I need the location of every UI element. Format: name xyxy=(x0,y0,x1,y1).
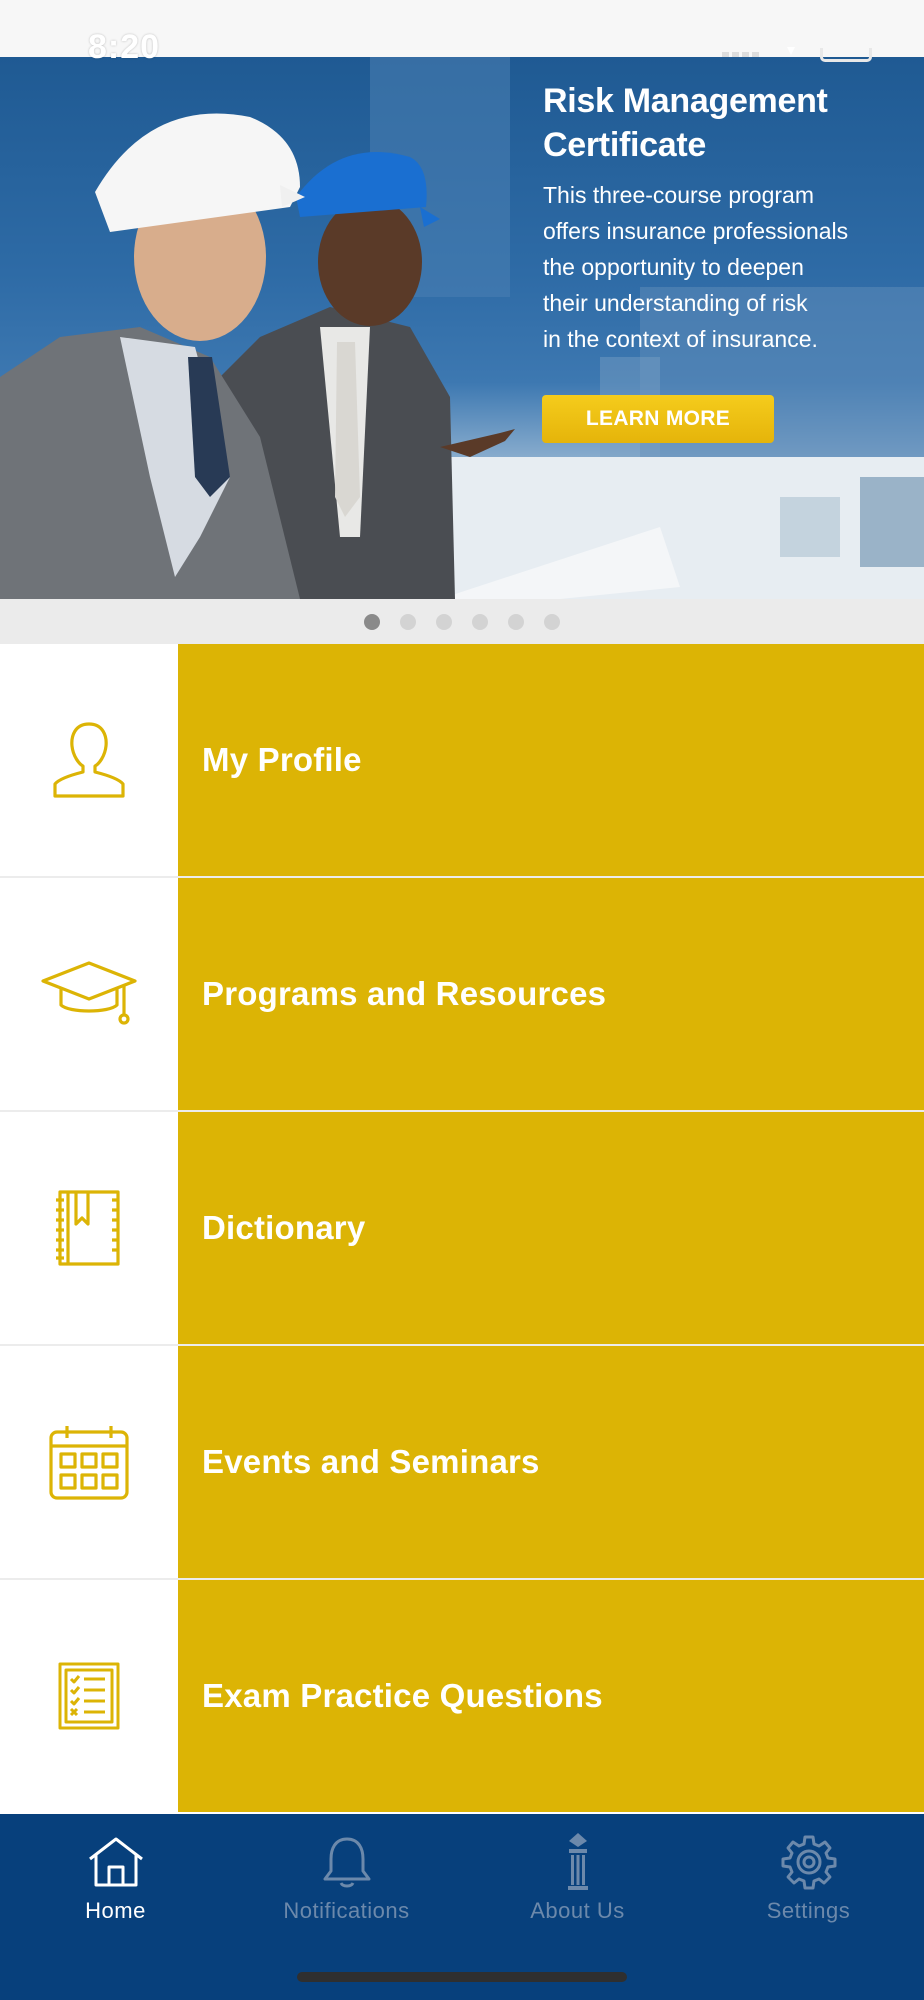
gear-icon xyxy=(693,1832,924,1892)
hero-title: Risk Management Certificate xyxy=(543,79,903,167)
tab-notifications[interactable]: Notifications xyxy=(231,1832,462,1932)
hero-description-line: in the context of insurance. xyxy=(543,326,818,352)
hero-title-line: Risk Management xyxy=(543,82,828,120)
main-menu: My Profile Programs and Resources Dictio… xyxy=(0,644,924,1814)
tab-label: Settings xyxy=(766,1898,851,1923)
menu-label-cell: My Profile xyxy=(178,644,924,876)
hero-description-line: This three-course program xyxy=(543,182,814,208)
menu-item-exam-practice-questions[interactable]: Exam Practice Questions xyxy=(0,1580,924,1812)
menu-item-label: Programs and Resources xyxy=(202,975,607,1012)
menu-label-cell: Exam Practice Questions xyxy=(178,1580,924,1812)
status-icons xyxy=(722,44,872,62)
menu-label-cell: Dictionary xyxy=(178,1112,924,1344)
home-indicator xyxy=(297,1972,627,1982)
checklist-icon xyxy=(58,1662,120,1730)
pager-dot-3[interactable] xyxy=(436,613,452,630)
battery-icon xyxy=(820,48,872,62)
hero-description-line: the opportunity to deepen xyxy=(543,254,804,280)
book-icon xyxy=(56,1190,120,1266)
hero-description: This three-course program offers insuran… xyxy=(543,177,903,357)
tab-settings[interactable]: Settings xyxy=(693,1832,924,1932)
menu-item-label: Exam Practice Questions xyxy=(202,1677,603,1714)
hero-description-line: offers insurance professionals xyxy=(543,218,849,244)
column-icon xyxy=(462,1832,693,1892)
tab-label: Notifications xyxy=(283,1898,410,1923)
menu-item-my-profile[interactable]: My Profile xyxy=(0,644,924,876)
menu-item-label: Dictionary xyxy=(202,1209,366,1246)
signal-icon xyxy=(722,44,762,62)
tab-about-us[interactable]: About Us xyxy=(462,1832,693,1932)
learn-more-button[interactable]: LEARN MORE xyxy=(542,395,774,443)
menu-icon-cell xyxy=(0,644,178,876)
status-bar: 8:20 xyxy=(0,0,924,66)
bell-icon xyxy=(231,1832,462,1892)
menu-icon-cell xyxy=(0,1346,178,1578)
menu-label-cell: Events and Seminars xyxy=(178,1346,924,1578)
hero-banner[interactable]: Risk Management Certificate This three-c… xyxy=(0,57,924,599)
pager-dot-2[interactable] xyxy=(400,613,416,630)
wifi-icon xyxy=(780,44,802,62)
status-time: 8:20 xyxy=(88,28,161,66)
menu-item-label: My Profile xyxy=(202,741,362,778)
carousel-pager xyxy=(0,599,924,644)
pager-dot-6[interactable] xyxy=(544,613,560,630)
person-icon xyxy=(53,722,125,798)
menu-item-label: Events and Seminars xyxy=(202,1443,540,1480)
pager-dot-1[interactable] xyxy=(364,613,380,630)
calendar-icon xyxy=(49,1426,129,1500)
hero-description-line: their understanding of risk xyxy=(543,290,808,316)
menu-item-dictionary[interactable]: Dictionary xyxy=(0,1112,924,1344)
tab-home[interactable]: Home xyxy=(0,1832,231,1932)
menu-item-programs-and-resources[interactable]: Programs and Resources xyxy=(0,878,924,1110)
hero-text-block: Risk Management Certificate This three-c… xyxy=(543,79,903,357)
graduation-cap-icon xyxy=(41,961,137,1025)
tab-label: Home xyxy=(85,1898,146,1923)
menu-icon-cell xyxy=(0,878,178,1110)
pager-dot-5[interactable] xyxy=(508,613,524,630)
menu-label-cell: Programs and Resources xyxy=(178,878,924,1110)
home-icon xyxy=(0,1832,231,1892)
menu-item-events-and-seminars[interactable]: Events and Seminars xyxy=(0,1346,924,1578)
menu-icon-cell xyxy=(0,1580,178,1812)
pager-dot-4[interactable] xyxy=(472,613,488,630)
tab-label: About Us xyxy=(530,1898,625,1923)
hero-title-line: Certificate xyxy=(543,126,706,164)
menu-icon-cell xyxy=(0,1112,178,1344)
